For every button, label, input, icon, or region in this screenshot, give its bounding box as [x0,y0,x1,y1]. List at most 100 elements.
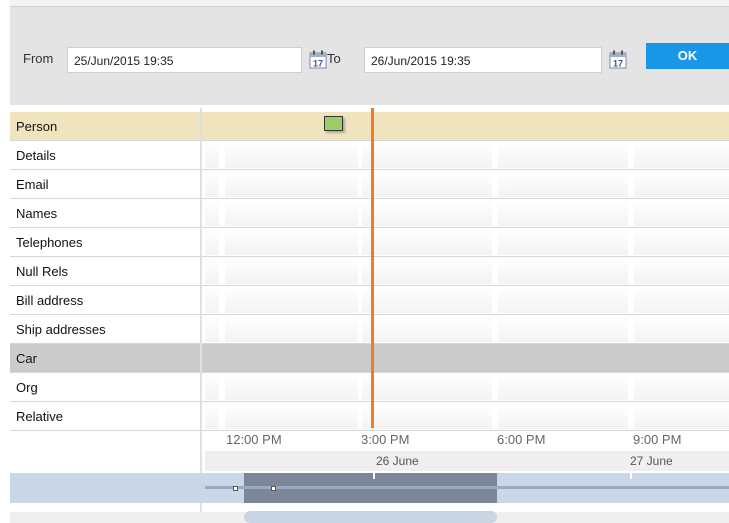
timeline-cell [634,403,729,429]
timeline-cell [634,229,729,255]
timeline-cell [225,403,358,429]
timeline-row-person[interactable]: Person [10,112,729,141]
overview-tick [373,473,375,479]
time-tick-label: 3:00 PM [361,432,410,447]
to-calendar-day: 17 [613,59,623,69]
timeline-cell [225,142,358,168]
to-calendar-icon[interactable]: 17 [609,50,627,69]
timeline-cell [498,142,628,168]
timeline-cell [498,374,628,400]
row-label-person: Person [16,119,58,134]
timeline-cell [225,229,358,255]
timeline-row-ship-addresses[interactable]: Ship addresses [10,315,729,344]
timeline-cell [205,258,219,284]
timeline-cell [498,403,628,429]
timeline-cell [498,345,628,371]
timeline-cell [634,287,729,313]
timeline-cell [362,113,492,139]
timeline-cell [362,171,492,197]
row-label-relative: Relative [16,409,63,424]
timeline-cell [205,345,219,371]
timeline-cell [362,345,492,371]
top-border [10,0,729,7]
timeline-cell [634,316,729,342]
timeline-row-email[interactable]: Email [10,170,729,199]
row-label-car: Car [16,351,37,366]
current-time-line[interactable] [371,108,374,428]
time-tick-label: 6:00 PM [497,432,546,447]
timeline-cell [205,142,219,168]
timeline-cell [498,200,628,226]
timeline-cell [362,142,492,168]
timeline-cell [225,171,358,197]
timeline-cell [498,229,628,255]
timeline-cell [634,171,729,197]
timeline-cell [634,258,729,284]
timeline-cell [634,113,729,139]
timeline-cell [498,287,628,313]
label-column-divider [200,108,202,523]
day-label: 27 June [630,454,673,468]
time-tick-label: 9:00 PM [633,432,682,447]
timeline-cell [225,200,358,226]
timeline-cell [498,171,628,197]
timeline-row-car[interactable]: Car [10,344,729,373]
timeline-cell [225,258,358,284]
from-label: From [23,51,54,66]
time-tick-label: 12:00 PM [226,432,282,447]
timeline-cell [634,374,729,400]
timeline-row-bill-address[interactable]: Bill address [10,286,729,315]
timeline-cell [205,403,219,429]
row-label-details: Details [16,148,56,163]
to-date-input[interactable]: 26/Jun/2015 19:35 [364,47,602,73]
timeline-row-org[interactable]: Org [10,373,729,402]
timeline-cell [205,287,219,313]
timeline-cell [634,345,729,371]
timeline-row-null-rels[interactable]: Null Rels [10,257,729,286]
timeline-row-details[interactable]: Details [10,141,729,170]
from-calendar-icon[interactable]: 17 [309,50,327,69]
row-label-ship-addresses: Ship addresses [16,322,106,337]
from-calendar-day: 17 [313,59,323,69]
scrollbar-thumb[interactable] [244,511,497,523]
row-label-names: Names [16,206,58,221]
timeline-cell [634,142,729,168]
timeline-cell [634,200,729,226]
timeline-cell [498,113,628,139]
ok-button[interactable]: OK [646,43,729,69]
timeline-cell [205,374,219,400]
timeline-cell [225,316,358,342]
timeline-cell [225,345,358,371]
row-label-bill-address: Bill address [16,293,84,308]
row-label-telephones: Telephones [16,235,83,250]
timeline-cell [362,374,492,400]
day-label: 26 June [376,454,419,468]
timeline-cell [362,403,492,429]
timeline-cell [498,258,628,284]
overview-track [205,486,729,489]
timeline-cell [498,316,628,342]
from-date-input[interactable]: 25/Jun/2015 19:35 [67,47,302,73]
timeline-cell [362,200,492,226]
row-label-email: Email [16,177,49,192]
timeline-row-names[interactable]: Names [10,199,729,228]
overview-tick [630,473,632,479]
timeline-row-relative[interactable]: Relative [10,402,729,431]
timeline-cell [362,258,492,284]
overview-handle[interactable] [233,486,238,491]
to-label: To [327,51,341,66]
timeline-cell [205,229,219,255]
timeline-cell [205,316,219,342]
timeline-cell [362,229,492,255]
timeline-cell [225,287,358,313]
overview-handle[interactable] [271,486,276,491]
timeline-cell [205,171,219,197]
timeline-cell [362,316,492,342]
timeline-cell [205,113,219,139]
timeline-cell [205,200,219,226]
row-label-org: Org [16,380,38,395]
row-label-null-rels: Null Rels [16,264,69,279]
timeline-row-telephones[interactable]: Telephones [10,228,729,257]
timeline-cell [225,374,358,400]
event-marker[interactable] [324,116,343,131]
